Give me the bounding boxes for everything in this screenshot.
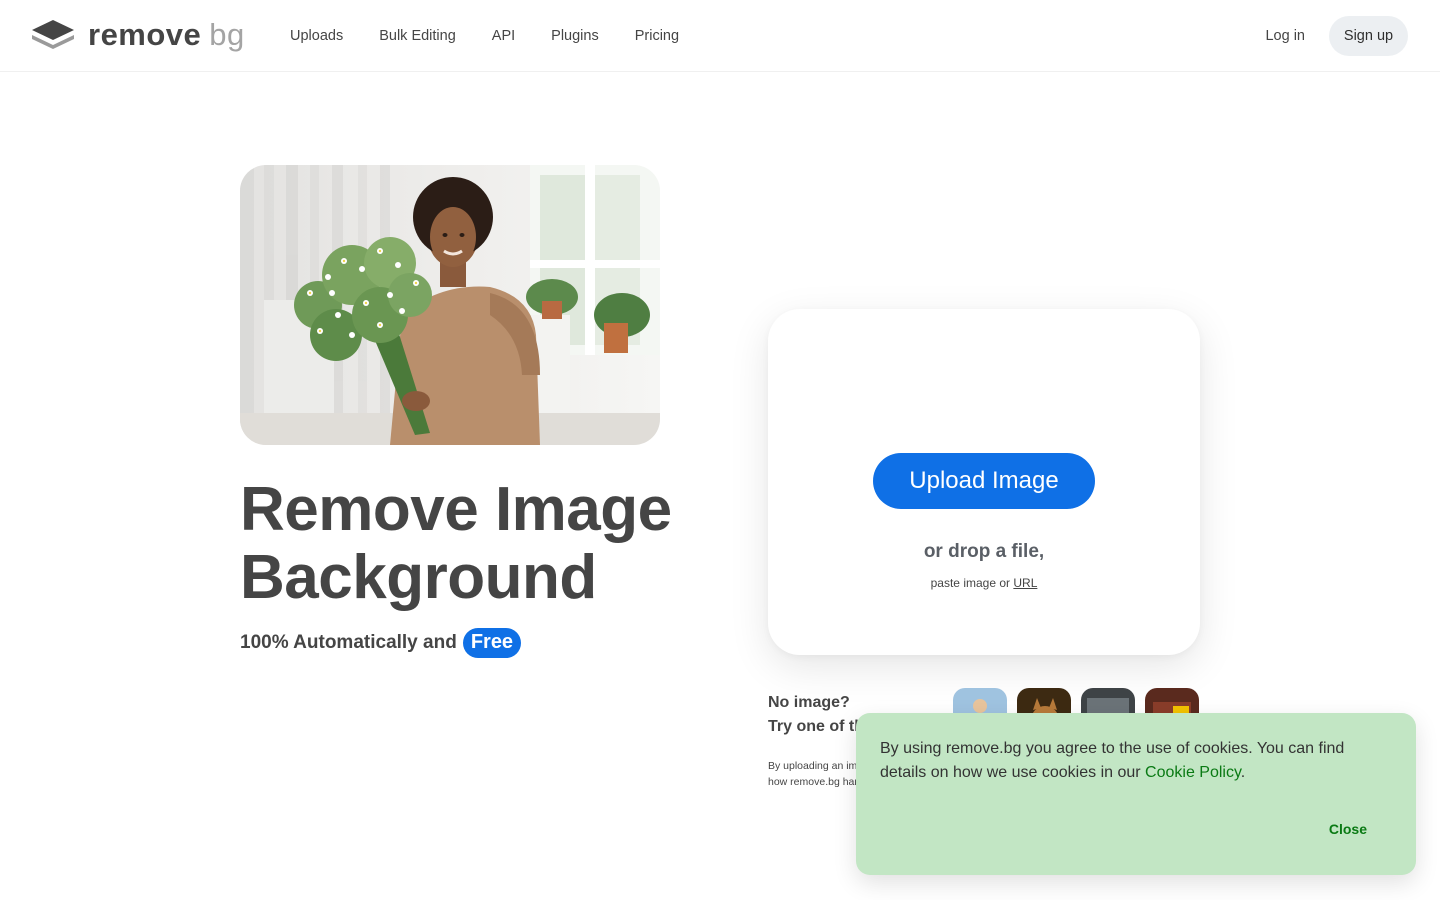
logo-word-bg: bg [209, 17, 245, 52]
logo-layers-icon [32, 20, 74, 49]
nav-api[interactable]: API [474, 28, 533, 44]
cookie-banner: By using remove.bg you agree to the use … [856, 713, 1416, 875]
paste-image-text: paste image or URL [768, 576, 1200, 590]
paste-url-link[interactable]: URL [1013, 576, 1037, 590]
nav-bulk-editing[interactable]: Bulk Editing [361, 28, 474, 44]
nav-pricing[interactable]: Pricing [617, 28, 697, 44]
logo-link[interactable]: remove bg [30, 18, 245, 52]
terms-line2: how remove.bg handles your personal data… [768, 776, 868, 788]
site-header: remove bg Uploads Bulk Editing API Plugin… [0, 0, 1440, 72]
nav-plugins[interactable]: Plugins [533, 28, 617, 44]
cookie-close-button[interactable]: Close [1329, 821, 1367, 837]
hero-subtitle: 100% Automatically and Free [240, 628, 522, 658]
terms-line1: By uploading an image you agree to our T… [768, 760, 868, 772]
hero-subtitle-text: 100% Automatically and [240, 632, 457, 653]
upload-dropzone[interactable]: Upload Image or drop a file, paste image… [768, 309, 1200, 655]
no-image-prompt: No image? Try one of these: [768, 691, 868, 739]
woman-with-flowers-illustration [240, 165, 660, 445]
cookie-message-period: . [1240, 764, 1246, 781]
logo-word-remove: remove [88, 17, 202, 52]
cookie-message-text: By using remove.bg you agree to the use … [880, 740, 1345, 781]
hero-photo [240, 165, 660, 445]
signup-button[interactable]: Sign up [1329, 16, 1408, 56]
nav-uploads[interactable]: Uploads [272, 28, 361, 44]
terms-text: By uploading an image you agree to our T… [768, 758, 868, 790]
cookie-message: By using remove.bg you agree to the use … [880, 737, 1380, 785]
login-link[interactable]: Log in [1265, 28, 1305, 44]
free-badge: Free [462, 628, 522, 658]
no-image-line2: Try one of these: [768, 718, 868, 735]
no-image-line1: No image? [768, 694, 850, 711]
page-title: Remove Image Background [240, 475, 672, 612]
upload-image-button[interactable]: Upload Image [873, 453, 1095, 509]
drop-file-text: or drop a file, [923, 541, 1045, 562]
main-nav: Uploads Bulk Editing API Plugins Pricing [272, 0, 697, 72]
auth-links: Log in Sign up [1265, 16, 1408, 56]
logo-wordmark: remove bg [88, 18, 245, 52]
paste-image-label: paste image or [930, 576, 1011, 590]
cookie-policy-link[interactable]: Cookie Policy [1145, 764, 1241, 781]
